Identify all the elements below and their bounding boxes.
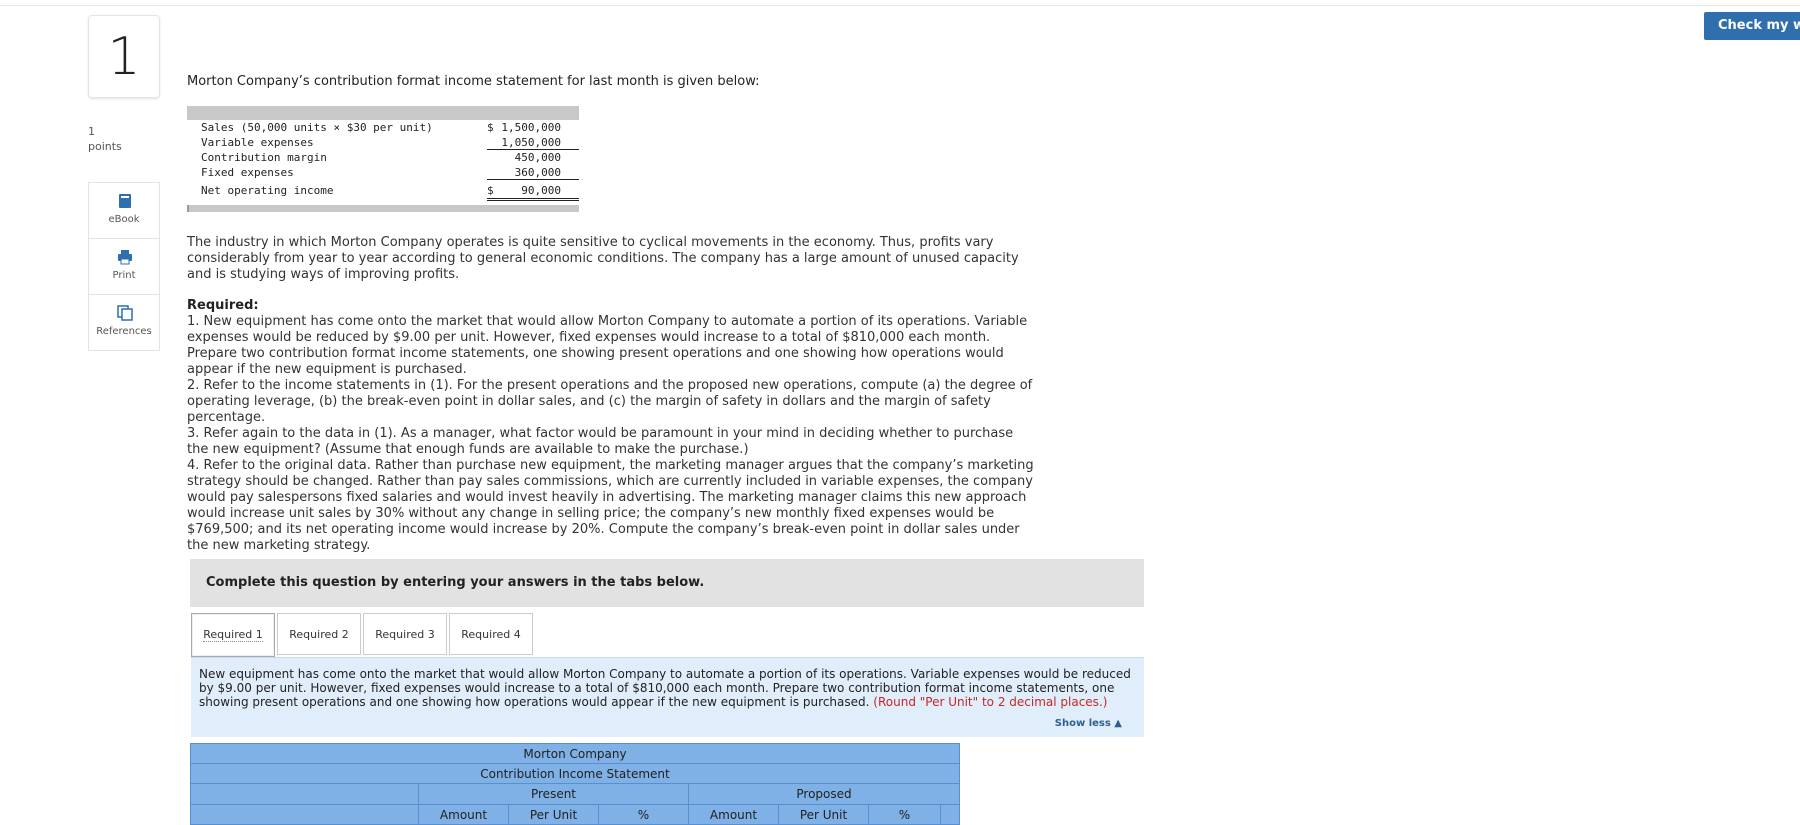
print-button[interactable]: Print — [88, 239, 160, 295]
show-less-link[interactable]: Show less ▲ — [1055, 718, 1122, 729]
points-label: points — [88, 140, 122, 153]
row-amount: 90,000 — [521, 184, 561, 197]
statement-row: Fixed expenses 360,000 — [187, 165, 579, 180]
tab-required-3[interactable]: Required 3 — [363, 613, 447, 655]
statement-header-bar — [187, 106, 579, 120]
instruction-panel: New equipment has come onto the market t… — [191, 657, 1144, 737]
answer-table: Morton Company Contribution Income State… — [190, 743, 960, 825]
top-divider — [0, 5, 1800, 6]
required-item-3: 3. Refer again to the data in (1). As a … — [187, 426, 1014, 457]
industry-paragraph: The industry in which Morton Company ope… — [187, 235, 1019, 282]
double-rule-line — [487, 198, 579, 199]
statement-title: Contribution Income Statement — [480, 767, 670, 781]
required-item-4: 4. Refer to the original data. Rather th… — [187, 458, 1034, 553]
statement-row: Sales (50,000 units × $30 per unit) $ 1,… — [187, 120, 579, 135]
present-per-unit-header: Per Unit — [509, 805, 599, 825]
complete-instructions: Complete this question by entering your … — [190, 559, 1144, 607]
print-icon — [118, 250, 132, 265]
statement-row: Net operating income $ 90,000 — [187, 183, 579, 198]
tab-label: Required 4 — [461, 628, 521, 641]
double-rule-line — [487, 200, 579, 201]
dollar-sign: $ — [487, 121, 494, 134]
ebook-icon — [119, 194, 131, 208]
row-amount: 1,050,000 — [501, 136, 561, 149]
dollar-sign: $ — [487, 184, 494, 197]
points-info: 1 points — [88, 124, 122, 154]
ebook-button[interactable]: eBook — [88, 183, 160, 239]
points-value: 1 — [88, 125, 95, 138]
table-company-row: Morton Company — [190, 743, 960, 764]
required-item-1: 1. New equipment has come onto the marke… — [187, 314, 1028, 377]
present-header: Present — [419, 784, 689, 804]
row-amount: 360,000 — [514, 166, 561, 179]
row-amount: 1,500,000 — [501, 121, 561, 134]
company-name: Morton Company — [523, 747, 627, 761]
row-label: Net operating income — [201, 184, 334, 197]
tab-label: Required 2 — [289, 628, 349, 641]
rule-line — [487, 179, 579, 180]
statement-row: Contribution margin 450,000 — [187, 150, 579, 165]
required-title: Required: — [187, 298, 259, 313]
references-button[interactable]: References — [88, 295, 160, 351]
present-amount-header: Amount — [419, 805, 509, 825]
tab-required-1[interactable]: Required 1 — [191, 613, 275, 657]
instruction-text: New equipment has come onto the market t… — [199, 667, 1134, 709]
statement-row: Variable expenses 1,050,000 — [187, 135, 579, 150]
tab-required-2[interactable]: Required 2 — [277, 613, 361, 655]
row-amount: 450,000 — [514, 151, 561, 164]
proposed-percent-header: % — [869, 805, 941, 825]
references-label: References — [96, 326, 152, 337]
tool-panel: eBook Print References — [88, 182, 160, 351]
check-my-work-button[interactable]: Check my wor — [1704, 12, 1800, 40]
rounding-hint: (Round "Per Unit" to 2 decimal places.) — [873, 695, 1108, 709]
blank-column-cell — [191, 805, 419, 825]
proposed-header: Proposed — [796, 787, 852, 801]
intro-text: Morton Company’s contribution format inc… — [187, 74, 760, 89]
present-percent-header: % — [599, 805, 689, 825]
proposed-amount-header: Amount — [689, 805, 779, 825]
proposed-per-unit-header: Per Unit — [779, 805, 869, 825]
tab-label: Required 3 — [375, 628, 435, 641]
print-label: Print — [112, 270, 136, 281]
statement-footer-bar — [187, 205, 579, 212]
blank-header-cell — [191, 784, 419, 804]
question-number: 1 — [88, 15, 160, 98]
references-icon — [117, 305, 133, 321]
required-item-2: 2. Refer to the income statements in (1)… — [187, 378, 1033, 425]
row-label: Contribution margin — [201, 151, 327, 164]
required-section: Required: 1. New equipment has come onto… — [187, 298, 1037, 554]
table-group-row: Present Proposed — [190, 783, 960, 805]
row-label: Variable expenses — [201, 136, 314, 149]
row-label: Fixed expenses — [201, 166, 294, 179]
row-label: Sales (50,000 units × $30 per unit) — [201, 121, 433, 134]
table-title-row: Contribution Income Statement — [190, 763, 960, 784]
tab-label: Required 1 — [203, 628, 263, 642]
ebook-label: eBook — [108, 214, 140, 225]
tab-required-4[interactable]: Required 4 — [449, 613, 533, 655]
income-statement: Sales (50,000 units × $30 per unit) $ 1,… — [187, 106, 579, 213]
table-column-row: Amount Per Unit % Amount Per Unit % — [190, 804, 960, 825]
